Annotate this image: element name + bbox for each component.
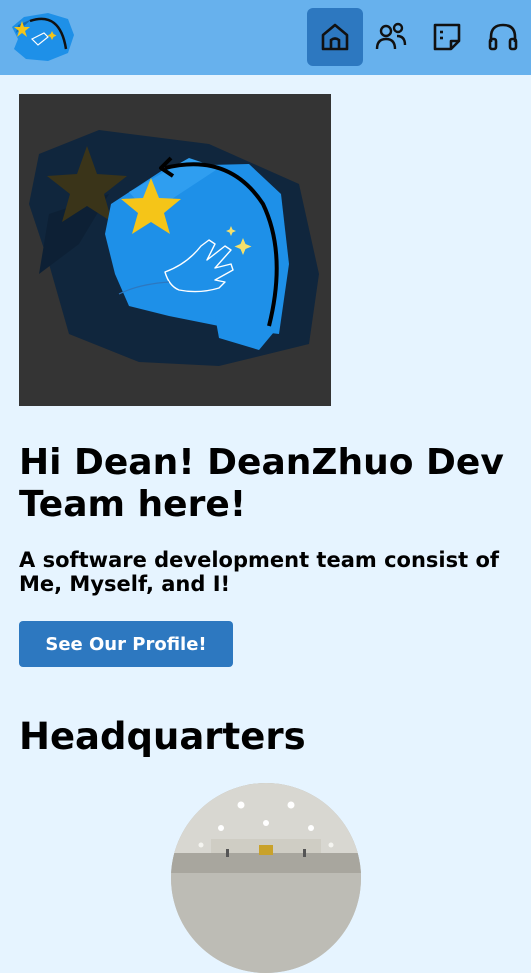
headphones-icon: [488, 23, 518, 51]
people-icon: [375, 22, 407, 50]
home-icon: [321, 23, 349, 51]
nav-team-button[interactable]: [363, 8, 419, 66]
nav-notes-button[interactable]: [419, 8, 475, 66]
navbar: [0, 0, 531, 75]
nav-home-button[interactable]: [307, 8, 363, 66]
hero-title: Hi Dean! DeanZhuo Dev Team here!: [19, 442, 504, 525]
hero-illustration: [19, 94, 331, 406]
headquarters-photo: [171, 783, 361, 973]
hero-subtitle: A software development team consist of M…: [19, 548, 500, 596]
see-profile-button[interactable]: See Our Profile!: [19, 621, 233, 667]
nav-support-button[interactable]: [475, 8, 531, 66]
sticky-note-icon: [433, 23, 461, 51]
headquarters-heading: Headquarters: [19, 715, 306, 758]
brand-logo-icon[interactable]: [8, 9, 76, 65]
